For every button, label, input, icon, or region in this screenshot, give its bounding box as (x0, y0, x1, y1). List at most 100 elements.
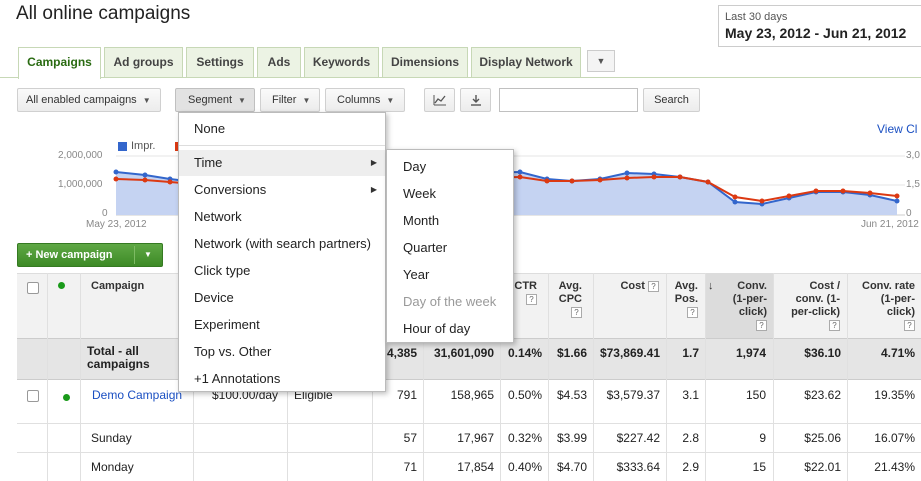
time-submenu: Day Week Month Quarter Year Day of the w… (386, 149, 514, 343)
download-button[interactable] (460, 88, 491, 112)
header-cost-label: Cost (620, 280, 645, 292)
row-clicks: 71 (403, 460, 417, 474)
row-conv: 150 (745, 388, 766, 402)
header-cost[interactable]: Cost ? (593, 280, 659, 293)
total-impressions: 31,601,090 (433, 346, 494, 360)
status-dot-icon (63, 394, 70, 401)
chevron-down-icon: ▼ (386, 96, 395, 105)
row-avg-pos: 2.8 (682, 431, 699, 445)
segment-option-time[interactable]: Time ▶ (179, 150, 385, 176)
row-cost: $333.64 (616, 460, 660, 474)
chevron-right-icon: ▶ (370, 185, 377, 194)
view-change-history-link[interactable]: View Cl (877, 122, 917, 136)
segment-option-network-search-partners[interactable]: Network (with search partners) (179, 231, 385, 257)
time-option-hour-of-day[interactable]: Hour of day (387, 315, 513, 342)
search-input[interactable] (499, 88, 638, 112)
date-range-picker[interactable]: Last 30 days May 23, 2012 - Jun 21, 2012 (718, 5, 921, 47)
segment-option-plus1-annotations[interactable]: +1 Annotations (179, 366, 385, 392)
total-label-line: campaigns (87, 357, 150, 371)
row-avg-pos: 3.1 (682, 388, 699, 402)
search-button[interactable]: Search (643, 88, 700, 112)
total-conv: 1,974 (735, 346, 766, 360)
campaign-status-filter[interactable]: All enabled campaigns ▼ (17, 88, 161, 112)
row-conv: 15 (752, 460, 766, 474)
line-chart-icon (433, 95, 446, 106)
select-all-checkbox[interactable] (27, 282, 39, 294)
y-axis-left-tick: 2,000,000 (58, 150, 103, 161)
tab-campaigns[interactable]: Campaigns (18, 47, 101, 79)
total-label: Total - all campaigns (87, 345, 150, 371)
row-ctr: 0.50% (507, 388, 542, 402)
segment-menu: None Time ▶ Conversions ▶ Network Network … (178, 112, 386, 392)
campaign-link[interactable]: Demo Campaign (92, 388, 182, 402)
new-campaign-button[interactable]: + New campaign ▼ (17, 243, 163, 267)
total-ctr: 0.14% (507, 346, 542, 360)
y-axis-right-tick: 3,0 (906, 150, 920, 161)
segment-option-none[interactable]: None (179, 116, 385, 142)
time-option-week[interactable]: Week (387, 180, 513, 207)
header-avg-cpc[interactable]: Avg. CPC? (548, 280, 582, 319)
y-axis-left-tick: 1,000,000 (58, 179, 103, 190)
segment-option-network[interactable]: Network (179, 204, 385, 230)
header-cost-conv-label: Cost / (809, 280, 840, 292)
help-icon[interactable]: ? (904, 320, 915, 331)
tab-ad-groups[interactable]: Ad groups (104, 47, 183, 77)
legend-impr-swatch (118, 142, 127, 151)
segment-label: Segment (188, 94, 233, 106)
filter-button[interactable]: Filter ▼ (260, 88, 320, 112)
more-tabs-button[interactable]: ▼ (587, 50, 615, 72)
segment-button[interactable]: Segment ▼ (175, 88, 255, 112)
time-option-month[interactable]: Month (387, 207, 513, 234)
row-avg-pos: 2.9 (682, 460, 699, 474)
tab-ads[interactable]: Ads (257, 47, 301, 77)
row-cost-conv: $25.06 (804, 431, 841, 445)
header-avg-pos[interactable]: Avg. Pos.? (666, 280, 698, 319)
page-title: All online campaigns (16, 3, 191, 24)
help-icon[interactable]: ? (756, 320, 767, 331)
row-ctr: 0.40% (507, 460, 542, 474)
time-option-year[interactable]: Year (387, 261, 513, 288)
row-cost-conv: $22.01 (804, 460, 841, 474)
header-avg-cpc-label: Avg. (558, 280, 582, 292)
date-range-value: May 23, 2012 - Jun 21, 2012 (725, 25, 907, 41)
date-range-label: Last 30 days (725, 11, 788, 23)
total-conv-rate: 4.71% (880, 346, 915, 360)
time-option-day[interactable]: Day (387, 153, 513, 180)
y-axis-left-tick: 0 (102, 208, 108, 219)
help-icon[interactable]: ? (648, 281, 659, 292)
header-conv[interactable]: ↓ Conv. (1-per-click)? (705, 280, 767, 332)
help-icon[interactable]: ? (571, 307, 582, 318)
toggle-graph-button[interactable] (424, 88, 455, 112)
row-avg-cpc: $3.99 (556, 431, 587, 445)
x-axis-end-label: Jun 21, 2012 (861, 219, 919, 230)
row-conv-rate: 19.35% (874, 388, 915, 402)
tab-display-network[interactable]: Display Network (471, 47, 581, 77)
segment-option-top-vs-other[interactable]: Top vs. Other (179, 339, 385, 365)
segment-option-click-type[interactable]: Click type (179, 258, 385, 284)
time-option-quarter[interactable]: Quarter (387, 234, 513, 261)
help-icon[interactable]: ? (829, 320, 840, 331)
chevron-down-icon: ▼ (596, 56, 606, 66)
total-cost: $73,869.41 (599, 346, 660, 360)
header-campaign[interactable]: Campaign (91, 280, 144, 293)
segment-option-device[interactable]: Device (179, 285, 385, 311)
tab-keywords[interactable]: Keywords (304, 47, 379, 77)
new-campaign-label: + New campaign (26, 249, 113, 261)
header-cost-conv[interactable]: Cost / conv. (1- per-click)? (773, 280, 840, 332)
row-impressions: 17,967 (457, 431, 494, 445)
help-icon[interactable]: ? (687, 307, 698, 318)
sort-arrow-icon: ↓ (708, 280, 714, 292)
row-checkbox[interactable] (27, 390, 39, 402)
segment-row-label: Sunday (91, 431, 132, 445)
row-impressions: 17,854 (457, 460, 494, 474)
y-axis-right-tick: 1,5 (906, 179, 920, 190)
columns-button[interactable]: Columns ▼ (325, 88, 405, 112)
row-conv: 9 (759, 431, 766, 445)
segment-option-conversions[interactable]: Conversions ▶ (179, 177, 385, 203)
time-option-day-of-week: Day of the week (403, 294, 497, 309)
help-icon[interactable]: ? (526, 294, 537, 305)
segment-option-experiment[interactable]: Experiment (179, 312, 385, 338)
tab-dimensions[interactable]: Dimensions (382, 47, 468, 77)
tab-settings[interactable]: Settings (186, 47, 254, 77)
header-conv-rate[interactable]: Conv. rate (1-per-click)? (847, 280, 915, 332)
